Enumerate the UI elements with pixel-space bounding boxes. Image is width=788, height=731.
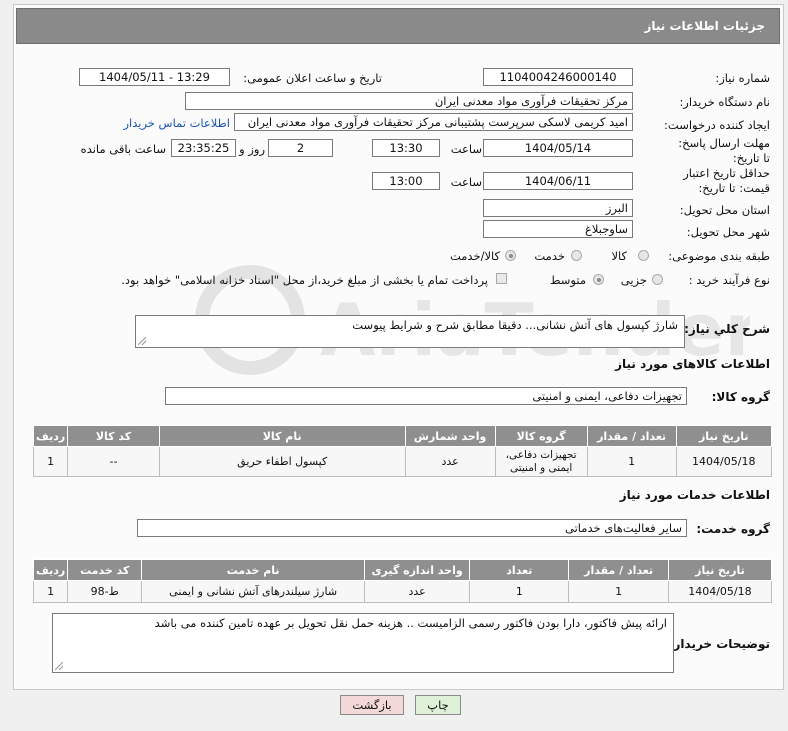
buyer-org-label: نام دستگاه خریدار: [679,95,770,109]
page-title: جزئیات اطلاعات نیاز [644,19,765,33]
services-cell-code: ط-98 [67,580,143,603]
goods-info-heading: اطلاعات کالاهای مورد نیاز [615,357,770,371]
goods-col-row: ردیف [32,425,69,447]
province-label: استان محل تحویل: [679,203,770,217]
services-col-unit: واحد اندازه گیری [363,559,471,581]
process-radio-medium[interactable] [593,274,604,285]
services-info-heading: اطلاعات خدمات مورد نیاز [619,488,770,502]
services-cell-unit: عدد [363,580,471,603]
resize-grip-icon[interactable] [55,662,63,670]
need-number-label: شماره نیاز: [715,71,770,85]
category-radio-service[interactable] [571,250,582,261]
services-cell-count: 1 [469,580,570,603]
reply-deadline-label: مهلت ارسال پاسخ: تا تاریخ: [678,136,770,165]
price-validity-label: حداقل تاریخ اعتبار قیمت: تا تاریخ: [683,166,770,195]
goods-cell-code: -- [67,446,160,477]
goods-col-qty: تعداد / مقدار [586,425,677,447]
goods-col-date: تاریخ نیاز [675,425,773,447]
goods-table: ردیف کد کالا نام کالا واحد شمارش گروه کا… [32,425,773,477]
reply-time-label: ساعت [450,142,482,156]
services-cell-name: شارژ سیلندرهای آتش نشانی و ایمنی [141,580,365,603]
validity-time-field: 13:00 [372,172,440,190]
general-desc-label: شرح کلي نیاز: [684,322,770,336]
buyer-org-field: مرکز تحقیقات فرآوری مواد معدنی ایران [185,92,633,110]
services-col-name: نام خدمت [141,559,365,581]
services-col-code: کد خدمت [67,559,143,581]
category-radio-goods[interactable] [638,250,649,261]
announce-datetime-field: 1404/05/11 - 13:29 [79,68,230,86]
announce-datetime-label: تاریخ و ساعت اعلان عمومی: [243,71,382,85]
services-col-date: تاریخ نیاز [667,559,773,581]
category-label: طبقه بندی موضوعی: [668,249,770,263]
city-label: شهر محل تحویل: [686,225,770,239]
process-option-medium: متوسط [549,273,586,287]
province-field: البرز [483,199,633,217]
buyer-notes-text: ارائه پیش فاکتور، دارا بودن فاکتور رسمی … [154,616,667,630]
treasury-payment-checkbox[interactable] [496,273,507,284]
buyer-contact-link[interactable]: اطلاعات تماس خریدار [123,116,230,130]
goods-group-label: گروه کالا: [711,390,770,404]
category-radio-goods-service[interactable] [505,250,516,261]
back-button[interactable]: بازگشت [340,695,404,715]
requester-field: امید کریمی لاسکی سرپرست پشتیبانی مرکز تح… [234,113,633,131]
validity-time-label: ساعت [450,175,482,189]
goods-col-code: کد کالا [67,425,160,447]
reply-date-field: 1404/05/14 [483,139,633,157]
goods-cell-name: کپسول اطفاء حریق [158,446,406,477]
category-option-goods: کالا [611,249,627,263]
table-row: 1 -- کپسول اطفاء حریق عدد تجهیزات دفاعی،… [32,446,773,477]
category-option-goods-service: کالا/خدمت [449,249,500,263]
services-cell-qty: 1 [568,580,669,603]
services-col-row: ردیف [32,559,69,581]
general-desc-textarea[interactable]: شارژ کپسول های آتش نشانی... دقیقا مطابق … [135,315,685,348]
requester-label: ایجاد کننده درخواست: [664,118,770,132]
goods-cell-row: 1 [32,446,69,477]
services-cell-date: 1404/05/18 [667,580,773,603]
goods-cell-group: تجهیزات دفاعی، ایمنی و امنیتی [494,446,588,477]
process-option-minor: جزیی [620,273,647,287]
services-cell-row: 1 [32,580,69,603]
reply-time-field: 13:30 [372,139,440,157]
services-col-count: تعداد [469,559,570,581]
process-radio-minor[interactable] [652,274,663,285]
goods-cell-unit: عدد [404,446,496,477]
general-desc-text: شارژ کپسول های آتش نشانی... دقیقا مطابق … [352,318,678,332]
goods-group-field: تجهیزات دفاعی، ایمنی و امنیتی [165,387,687,405]
category-option-service: خدمت [534,249,565,263]
service-group-label: گروه خدمت: [696,522,770,536]
remaining-label: ساعت باقی مانده [80,142,166,156]
days-field: 2 [268,139,333,157]
city-field: ساوجبلاغ [483,220,633,238]
services-col-qty: تعداد / مقدار [568,559,669,581]
payment-note: پرداخت تمام یا بخشی از مبلغ خرید،از محل … [121,273,488,287]
buyer-notes-label: توضیحات خریدار: [668,637,770,651]
table-row: 1 ط-98 شارژ سیلندرهای آتش نشانی و ایمنی … [32,580,773,603]
goods-col-group: گروه کالا [494,425,588,447]
goods-col-unit: واحد شمارش [404,425,496,447]
print-button[interactable]: چاپ [415,695,461,715]
title-bar: جزئیات اطلاعات نیاز [16,8,780,44]
goods-cell-qty: 1 [586,446,677,477]
days-and-label: روز و [239,142,265,156]
goods-cell-date: 1404/05/18 [675,446,773,477]
validity-date-field: 1404/06/11 [483,172,633,190]
process-type-label: نوع فرآیند خرید : [688,273,770,287]
remaining-time-field: 23:35:25 [171,139,236,157]
buyer-notes-textarea[interactable]: ارائه پیش فاکتور، دارا بودن فاکتور رسمی … [52,613,674,673]
services-table: ردیف کد خدمت نام خدمت واحد اندازه گیری ت… [32,559,773,603]
service-group-field: سایر فعالیت‌های خدماتی [137,519,687,537]
goods-col-name: نام کالا [158,425,406,447]
resize-grip-icon[interactable] [138,337,146,345]
need-number-field: 1104004246000140 [483,68,633,86]
